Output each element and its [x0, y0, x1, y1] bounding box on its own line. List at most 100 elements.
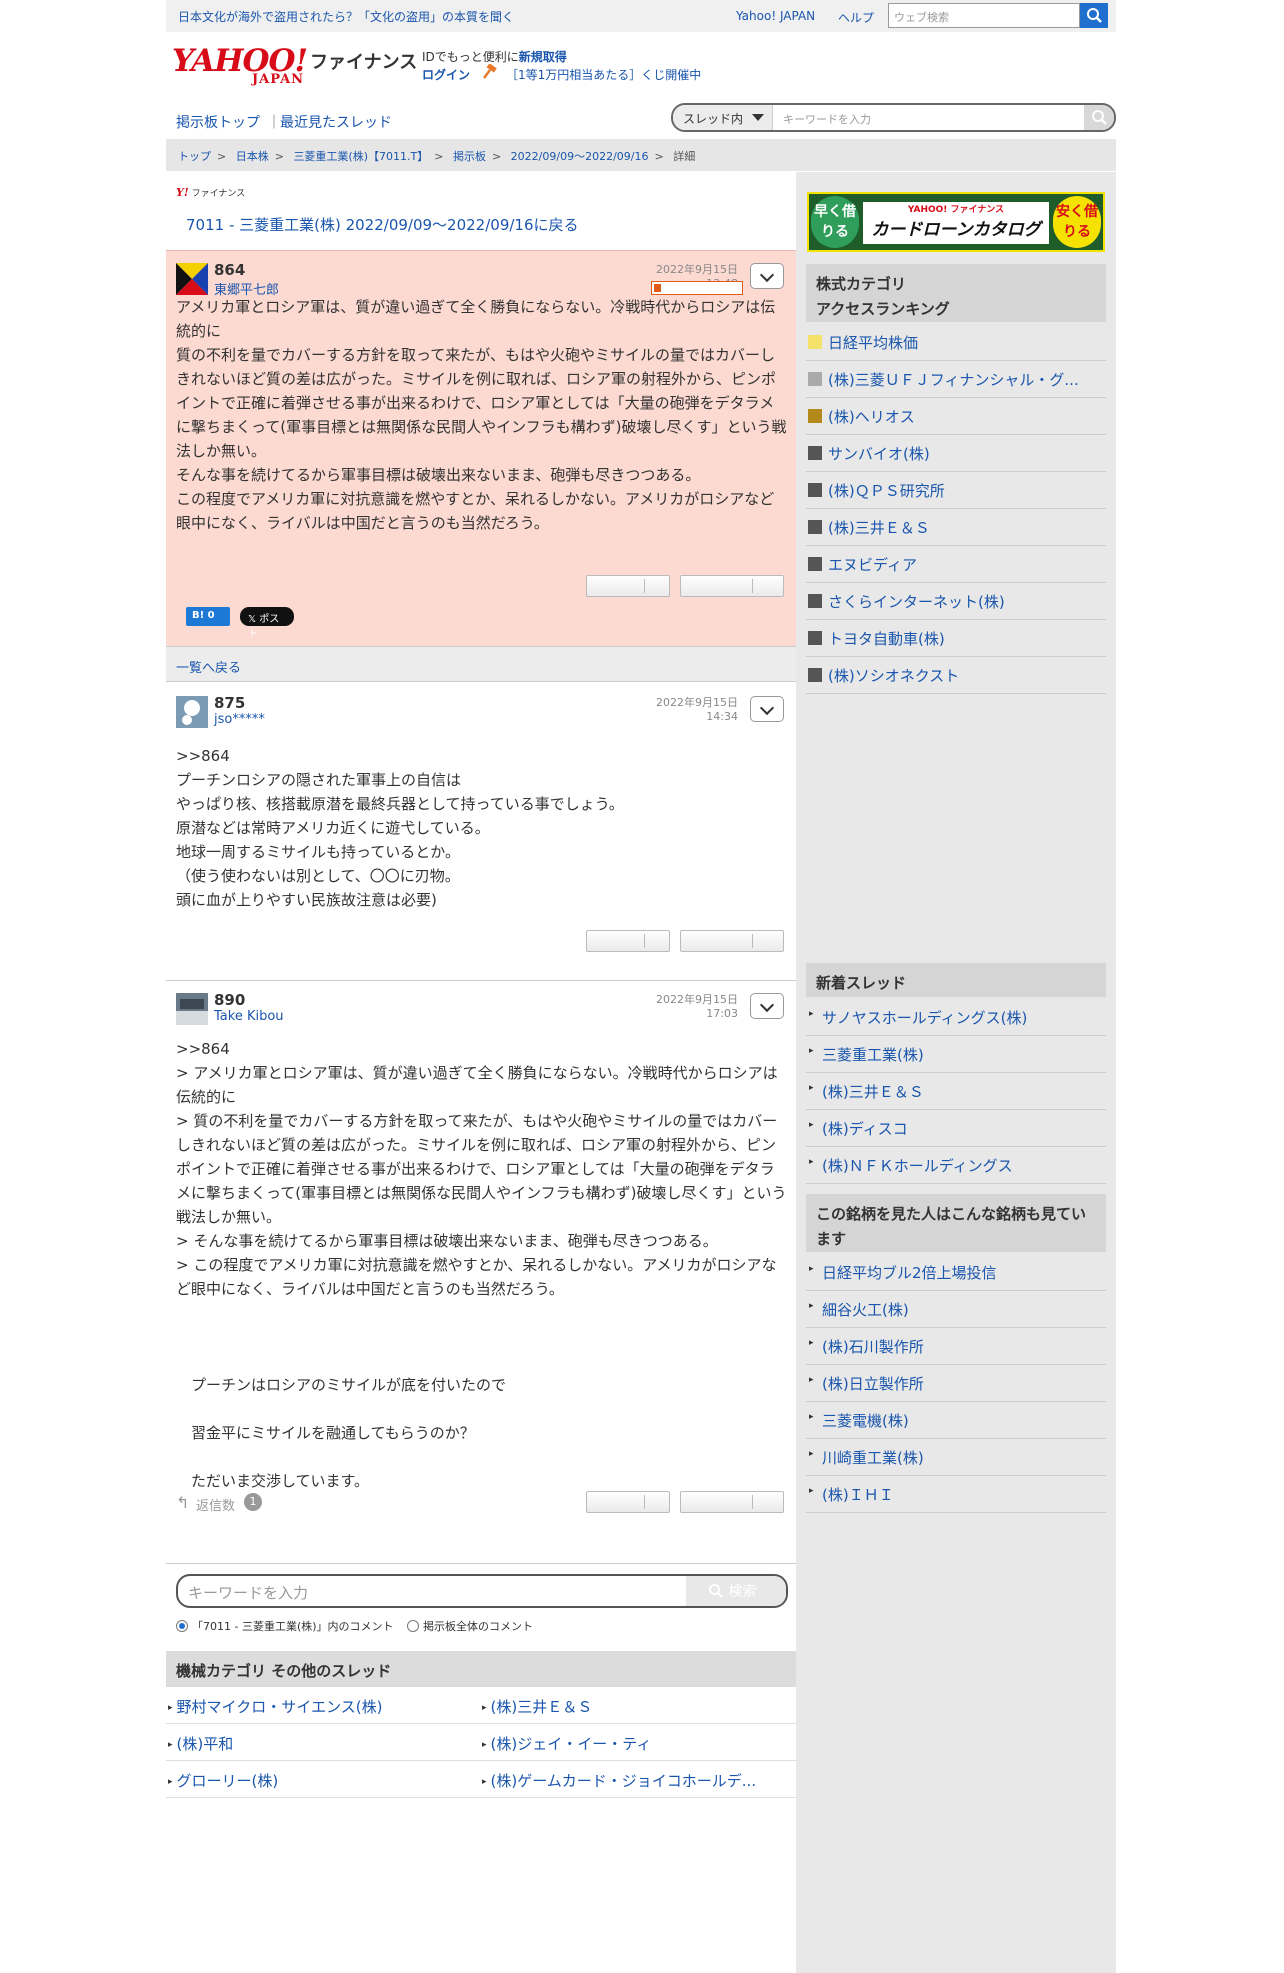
ranking-item-label: (株)ヘリオス — [828, 408, 915, 426]
post-date: 2022年9月15日 14:34 — [656, 696, 738, 723]
other-thread-link[interactable]: ▸ (株)三井Ｅ＆Ｓ — [482, 1696, 592, 1717]
breadcrumb-current: 詳細 — [673, 150, 696, 163]
dislike-button[interactable] — [680, 575, 784, 597]
other-thread-link[interactable]: ▸ (株)平和 — [168, 1733, 233, 1754]
other-thread-link[interactable]: ▸ グローリー(株) — [168, 1770, 278, 1791]
new-thread-item[interactable]: ▸ (株)ディスコ — [806, 1110, 1106, 1147]
scope-all-radio[interactable] — [407, 1620, 420, 1632]
top-notice-link[interactable]: 日本文化が海外で盗用されたら？「文化の盗用」の本質を聞く — [178, 8, 514, 25]
search-scope: 「7011 - 三菱重工業(株)」内のコメント 掲示板全体のコメント — [176, 1618, 533, 1634]
signup-link[interactable]: 新規取得 — [519, 50, 567, 64]
post-number[interactable]: 864 — [214, 261, 245, 279]
like-button[interactable] — [586, 1491, 670, 1513]
help-link[interactable]: ヘルプ — [838, 9, 874, 26]
breadcrumb-top[interactable]: トップ — [178, 150, 211, 163]
scope-all-label[interactable]: 掲示板全体のコメント — [423, 1620, 533, 1633]
like-button[interactable] — [586, 575, 670, 597]
ranking-item[interactable]: (株)三菱ＵＦＪフィナンシャル・グ... — [806, 361, 1106, 398]
rank-square-icon — [808, 409, 822, 423]
post-menu-button[interactable] — [750, 696, 784, 722]
comment-search-input[interactable]: キーワードを入力 — [188, 1582, 308, 1603]
thread-search-button[interactable] — [1084, 105, 1114, 130]
post-menu-button[interactable] — [750, 993, 784, 1019]
list-back-link[interactable]: 一覧へ戻る — [176, 657, 241, 676]
like-button[interactable] — [586, 930, 670, 952]
breadcrumb: トップ > 日本株 > 三菱重工業(株)【7011.T】 > 掲示板 > 2022/09… — [166, 139, 1116, 171]
other-thread-link[interactable]: ▸ (株)ジェイ・イー・ティ — [482, 1733, 651, 1754]
viewed-item[interactable]: ▸ 川崎重工業(株) — [806, 1439, 1106, 1476]
ranking-item[interactable]: トヨタ自動車(株) — [806, 620, 1106, 657]
reply-count-label[interactable]: 返信数 — [196, 1495, 235, 1514]
list-back-bar: 一覧へ戻る — [166, 646, 796, 682]
dislike-button[interactable] — [680, 1491, 784, 1513]
thread-search-input[interactable]: キーワードを入力 — [783, 111, 871, 127]
comment-search-box: キーワードを入力 検索 — [176, 1574, 788, 1608]
banner-brand: YAHOO! ファイナンス — [907, 205, 1005, 215]
post-divider — [166, 1563, 796, 1564]
other-threads-title: 機械カテゴリ その他のスレッド — [166, 1651, 796, 1687]
new-thread-item[interactable]: ▸ (株)ＮＦＫホールディングス — [806, 1147, 1106, 1184]
breadcrumb-japan-stocks[interactable]: 日本株 — [236, 150, 269, 163]
other-thread-link[interactable]: ▸ 野村マイクロ・サイエンス(株) — [168, 1696, 383, 1717]
web-search-button[interactable] — [1080, 3, 1108, 28]
thread-scope-label: スレッド内 — [683, 112, 744, 126]
rank-square-icon — [808, 446, 822, 460]
yahoo-japan-link[interactable]: Yahoo! JAPAN — [736, 9, 815, 23]
ranking-item[interactable]: エヌビディア — [806, 546, 1106, 583]
viewed-item[interactable]: ▸ (株)日立製作所 — [806, 1365, 1106, 1402]
thread-scope-select[interactable]: スレッド内 — [673, 105, 773, 130]
ranking-item[interactable]: (株)ソシオネクスト — [806, 657, 1106, 694]
breadcrumb-stock[interactable]: 三菱重工業(株)【7011.T】 — [293, 150, 428, 163]
recent-threads-link[interactable]: 最近見たスレッド — [280, 112, 392, 132]
yahoo-finance-logo[interactable]: YAHOO! JAPAN — [172, 46, 308, 88]
hatena-bookmark-button[interactable]: B! 0 — [186, 607, 230, 626]
ranking-item[interactable]: さくらインターネット(株) — [806, 583, 1106, 620]
comment-search-button[interactable]: 検索 — [686, 1576, 786, 1606]
back-to-thread-link[interactable]: 7011 - 三菱重工業(株) 2022/09/09〜2022/09/16に戻る — [186, 214, 579, 235]
breadcrumb-board[interactable]: 掲示板 — [453, 150, 486, 163]
new-thread-item[interactable]: ▸ (株)三井Ｅ＆Ｓ — [806, 1073, 1106, 1110]
post-890: 890 Take Kibou 2022年9月15日 17:03 >>864 > … — [166, 981, 796, 1563]
dislike-button[interactable] — [680, 930, 784, 952]
arrow-icon: ▸ — [809, 1120, 814, 1130]
ranking-item[interactable]: (株)ＱＰＳ研究所 — [806, 472, 1106, 509]
new-threads-title: 新着スレッド — [806, 963, 1106, 997]
board-top-link[interactable]: 掲示板トップ — [176, 112, 260, 132]
ranking-item[interactable]: (株)ヘリオス — [806, 398, 1106, 435]
viewed-item[interactable]: ▸ 日経平均ブル2倍上場投信 — [806, 1254, 1106, 1291]
breadcrumb-period[interactable]: 2022/09/09〜2022/09/16 — [511, 150, 649, 163]
viewed-item[interactable]: ▸ (株)ＩＨＩ — [806, 1476, 1106, 1513]
other-thread-link[interactable]: ▸ (株)ゲームカード・ジョイコホールデ... — [482, 1770, 756, 1791]
caret-down-icon — [752, 114, 764, 121]
ranking-item[interactable]: 日経平均株価 — [806, 324, 1106, 361]
post-menu-button[interactable] — [750, 263, 784, 289]
ranking-item[interactable]: サンバイオ(株) — [806, 435, 1106, 472]
post-number[interactable]: 875 — [214, 694, 245, 712]
post-author[interactable]: Take Kibou — [214, 1009, 284, 1024]
new-thread-item[interactable]: ▸ サノヤスホールディングス(株) — [806, 999, 1106, 1036]
arrow-icon: ▸ — [809, 1264, 814, 1274]
rank-square-icon — [808, 520, 822, 534]
ranking-item[interactable]: (株)三井Ｅ＆Ｓ — [806, 509, 1106, 546]
viewed-item[interactable]: ▸ 三菱電機(株) — [806, 1402, 1106, 1439]
new-thread-item-label: (株)ＮＦＫホールディングス — [822, 1157, 1013, 1175]
web-search-input[interactable]: ウェブ検索 — [888, 3, 1080, 28]
viewed-item[interactable]: ▸ (株)石川製作所 — [806, 1328, 1106, 1365]
card-loan-banner[interactable]: 早く借りる YAHOO! ファイナンス カードローンカタログ 安く借りる — [807, 192, 1105, 252]
scope-thread-label[interactable]: 「7011 - 三菱重工業(株)」内のコメント — [192, 1620, 394, 1633]
new-thread-item[interactable]: ▸ 三菱重工業(株) — [806, 1036, 1106, 1073]
scope-thread-radio[interactable] — [176, 1620, 188, 1632]
rank-square-icon — [808, 631, 822, 645]
arrow-icon: ▸ — [809, 1375, 814, 1385]
tweet-button[interactable]: 𝕏 ポスト — [240, 607, 294, 640]
post-875: 875 jso***** 2022年9月15日 14:34 >>864 プーチン… — [166, 684, 796, 980]
user-badge — [651, 281, 743, 295]
post-number[interactable]: 890 — [214, 991, 245, 1009]
viewed-item-label: 三菱電機(株) — [822, 1412, 909, 1430]
kuji-link[interactable]: ［1等1万円相当あたる］くじ開催中 — [506, 66, 701, 83]
login-link[interactable]: ログイン — [422, 66, 470, 83]
viewed-item[interactable]: ▸ 細谷火工(株) — [806, 1291, 1106, 1328]
post-author[interactable]: jso***** — [214, 712, 265, 727]
ranking-item-label: サンバイオ(株) — [828, 445, 930, 463]
ranking-item-label: エヌビディア — [828, 556, 917, 574]
